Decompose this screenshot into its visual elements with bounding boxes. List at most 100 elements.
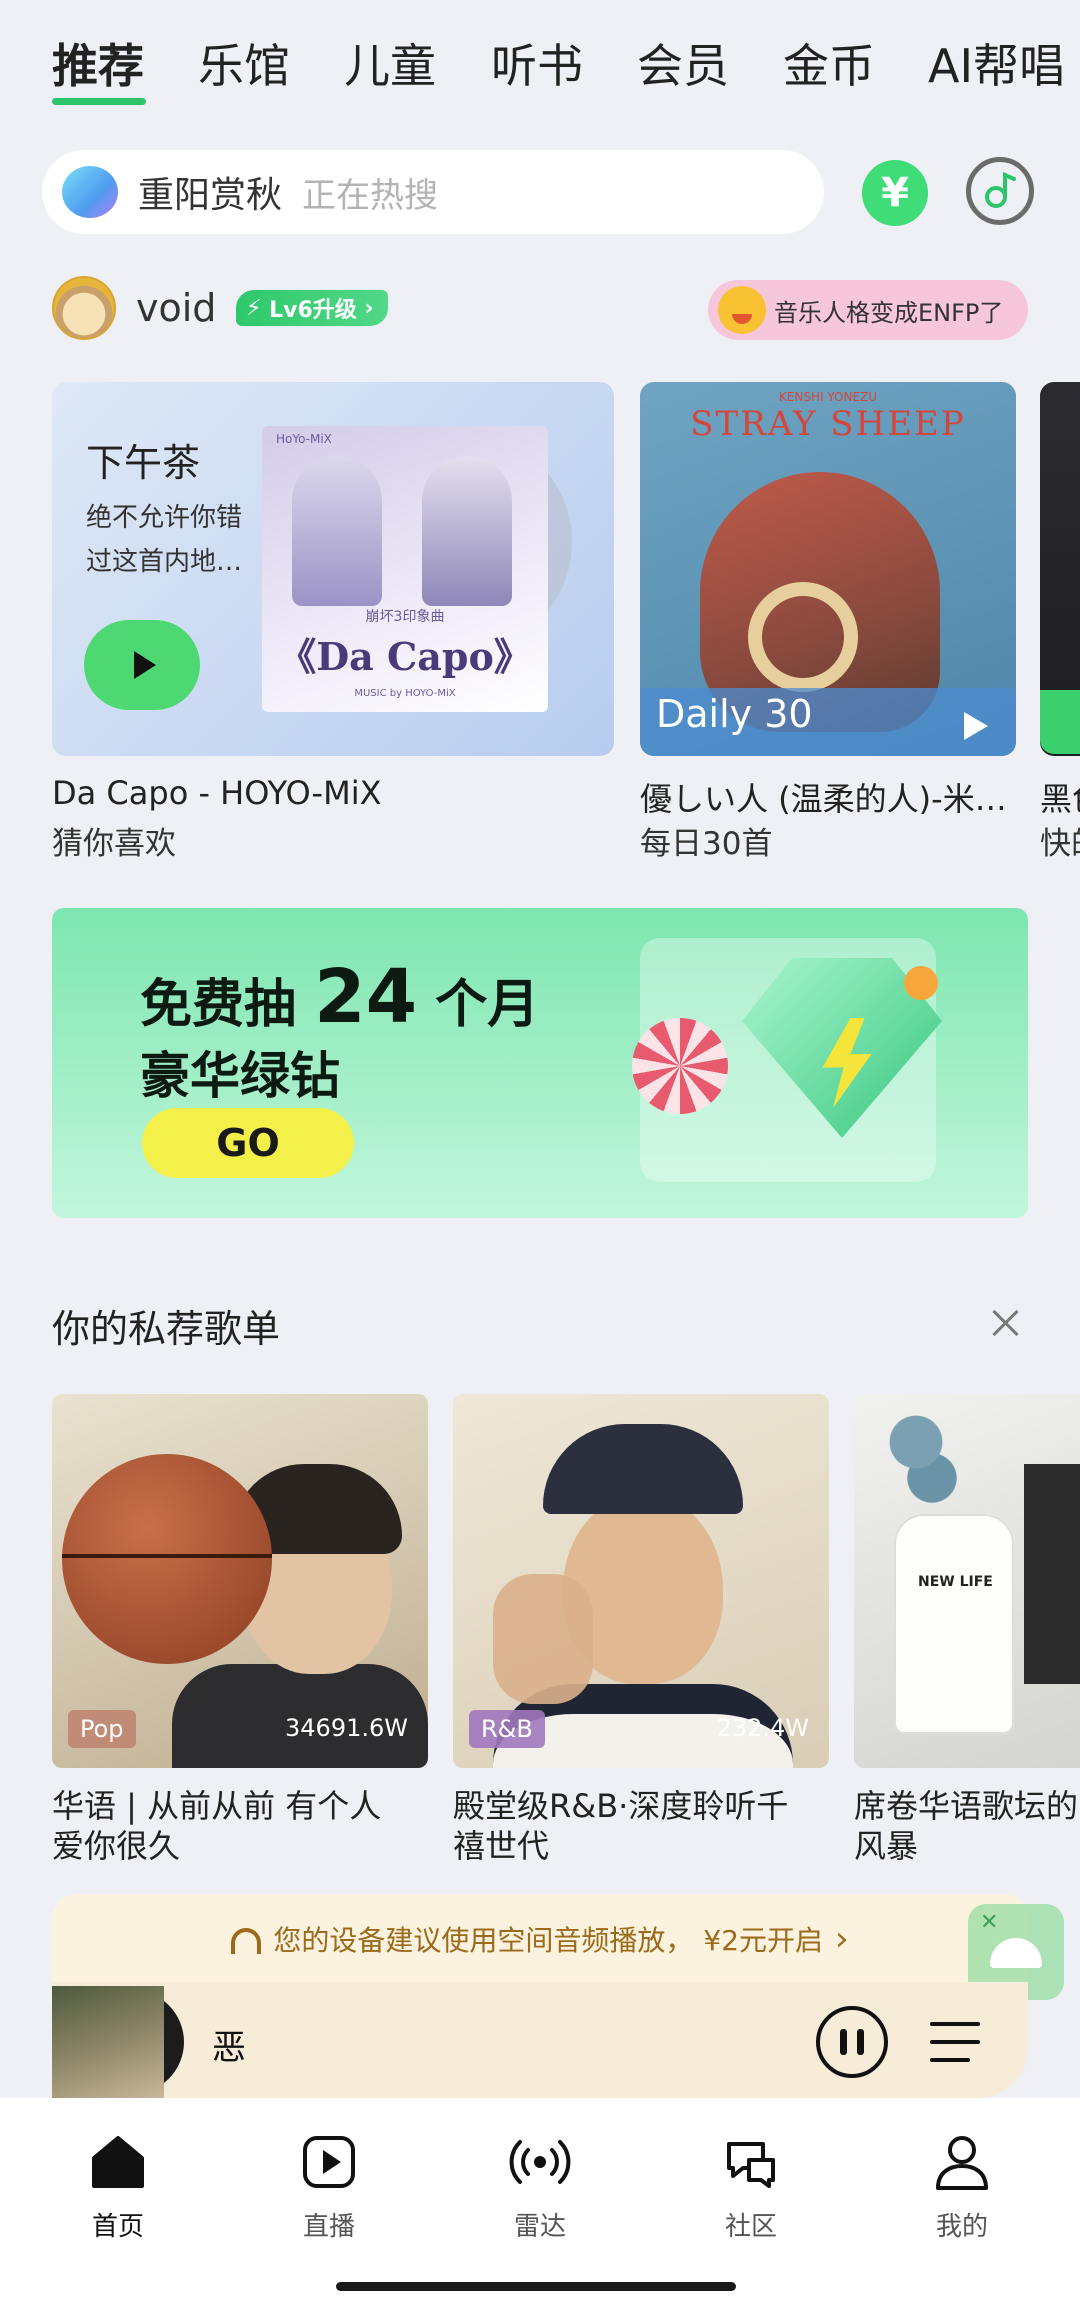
emoji-face-icon: [718, 286, 766, 334]
daily-label: Daily 30: [656, 692, 813, 736]
nav-label: 社区: [724, 2212, 777, 2242]
search-keyword: 重阳赏秋: [138, 175, 283, 216]
nav-live[interactable]: 直播: [259, 2130, 399, 2243]
playlist-title-line: 殿堂级R&B·深度聆听千: [453, 1787, 789, 1825]
player-song-title[interactable]: 恶: [212, 2020, 246, 2069]
level-badge[interactable]: ⚡ Lv6升级 ›: [236, 290, 388, 326]
card-partial[interactable]: [1040, 382, 1080, 756]
tab-kids[interactable]: 儿童: [344, 30, 436, 96]
playlist-title[interactable]: 席卷华语歌坛的 风暴: [854, 1786, 1080, 1866]
card-song-title[interactable]: 優しい人 (温柔的人)-米…: [640, 774, 1020, 820]
tab-vip[interactable]: 会员: [637, 30, 729, 96]
live-play-icon: [303, 2136, 355, 2188]
spatial-audio-price: ¥2元开启: [703, 1924, 824, 1957]
nav-label: 直播: [302, 2212, 355, 2242]
play-icon[interactable]: [964, 712, 988, 740]
close-icon[interactable]: ✕: [980, 1910, 998, 1935]
spatial-audio-notice[interactable]: 您的设备建议使用空间音频播放， ¥2元开启 ›: [52, 1894, 1028, 1984]
cover-credit: MUSIC by HOYO-MiX: [354, 688, 456, 699]
community-chat-icon: [727, 2142, 775, 2188]
play-button[interactable]: [84, 620, 200, 710]
genre-tag: Pop: [68, 1710, 136, 1748]
nav-community[interactable]: 社区: [681, 2130, 821, 2243]
nav-label: 首页: [91, 2212, 144, 2242]
banner-prefix: 免费抽: [140, 975, 297, 1035]
nav-profile[interactable]: 我的: [892, 2130, 1032, 2243]
top-tab-bar: 推荐 乐馆 儿童 听书 会员 金币 AI帮唱: [52, 30, 1080, 110]
search-bar[interactable]: 重阳赏秋 正在热搜: [42, 150, 824, 234]
search-hint: 正在热搜: [302, 175, 439, 216]
bottle-label: NEW LIFE: [918, 1574, 993, 1590]
card-subtitle: 猜你喜欢: [52, 826, 176, 862]
card-daily-30[interactable]: KENSHI YONEZU STRAY SHEEP Daily 30: [640, 382, 1016, 756]
album-cover: HoYo-MiX 崩坏3印象曲 《Da Capo》 MUSIC by HOYO-…: [262, 426, 548, 712]
basketball-art: [62, 1454, 272, 1664]
home-icon: [92, 2136, 144, 2188]
genre-tag: R&B: [469, 1710, 545, 1748]
music-persona-chip[interactable]: 音乐人格变成ENFP了: [708, 280, 1028, 340]
promo-banner[interactable]: 免费抽 24 个月 豪华绿钻 GO: [52, 908, 1028, 1218]
banner-go-button[interactable]: GO: [142, 1108, 354, 1178]
banner-headline: 免费抽 24 个月: [140, 954, 539, 1040]
music-recognition-button[interactable]: [966, 157, 1034, 225]
card-subtitle: 快的: [1040, 826, 1080, 862]
active-tab-indicator: [52, 98, 146, 105]
yen-icon: ¥: [881, 170, 909, 216]
play-count: 34691.6W: [285, 1714, 408, 1742]
pause-icon: [840, 2029, 847, 2055]
music-note-icon: [985, 171, 1016, 208]
radar-icon: [509, 2140, 571, 2184]
tab-coins[interactable]: 金币: [783, 30, 875, 96]
tab-ai-sing[interactable]: AI帮唱: [928, 30, 1065, 96]
playlist-title-line: 爱你很久: [52, 1827, 181, 1865]
level-label: Lv6升级: [269, 298, 357, 323]
android-icon: [990, 1938, 1042, 1968]
cover-art: [493, 1574, 593, 1704]
user-avatar[interactable]: [52, 276, 116, 340]
cover-art: [1024, 1464, 1080, 1684]
coin-button[interactable]: ¥: [862, 160, 928, 226]
profile-icon: [936, 2136, 988, 2190]
nav-label: 我的: [935, 2212, 988, 2242]
pause-button[interactable]: [816, 2006, 888, 2078]
spatial-audio-text: 您的设备建议使用空间音频播放，: [273, 1924, 694, 1957]
orange-ball-icon: [904, 966, 938, 1000]
home-indicator[interactable]: [336, 2282, 736, 2291]
cover-figure-left: [292, 456, 382, 606]
tab-audiobook[interactable]: 听书: [491, 30, 583, 96]
playlist-title[interactable]: 华语 | 从前从前 有个人 爱你很久: [52, 1786, 381, 1866]
card-song-title[interactable]: Da Capo - HOYO-MiX: [52, 774, 612, 812]
username[interactable]: void: [136, 286, 216, 330]
tab-music-hall[interactable]: 乐馆: [198, 30, 290, 96]
cover-caption: 崩坏3印象曲: [365, 609, 445, 625]
playlist-card[interactable]: R&B 232.4W: [453, 1394, 829, 1768]
card-afternoon-tea[interactable]: 下午茶 绝不允许你错过这首内地… HoYo-MiX 崩坏3印象曲 《Da Cap…: [52, 382, 614, 756]
card-song-title[interactable]: 黑色: [1040, 774, 1080, 820]
card-description: 绝不允许你错过这首内地…: [86, 503, 243, 577]
queue-line: [930, 2040, 980, 2044]
tab-recommend[interactable]: 推荐: [52, 30, 144, 96]
playlist-title-line: 席卷华语歌坛的: [854, 1787, 1079, 1825]
playlist-title-line: 风暴: [854, 1827, 919, 1865]
nav-home[interactable]: 首页: [48, 2130, 188, 2243]
banner-number: 24: [314, 954, 418, 1040]
nav-label: 雷达: [513, 2212, 566, 2242]
close-icon[interactable]: [990, 1308, 1020, 1338]
queue-line: [930, 2058, 970, 2062]
cover-brand: HoYo-MiX: [276, 432, 332, 446]
banner-subheadline: 豪华绿钻: [140, 1047, 340, 1105]
cover-art: [894, 1514, 1014, 1734]
player-album-cover[interactable]: [52, 1986, 164, 2098]
playlist-title-line: 禧世代: [453, 1827, 550, 1865]
headphones-icon: [231, 1928, 262, 1954]
banner-suffix: 个月: [435, 975, 540, 1035]
nav-radar[interactable]: 雷达: [470, 2130, 610, 2243]
playlist-title[interactable]: 殿堂级R&B·深度聆听千 禧世代: [453, 1786, 788, 1866]
chevron-right-icon: ›: [835, 1919, 849, 1959]
card-subtitle: 每日30首: [640, 826, 773, 862]
playlist-queue-icon[interactable]: [930, 2020, 984, 2064]
playlist-card[interactable]: NEW LIFE: [854, 1394, 1080, 1768]
cover-artist: KENSHI YONEZU: [778, 390, 878, 404]
playlist-card[interactable]: Pop 34691.6W: [52, 1394, 428, 1768]
basketball-art: [62, 1554, 272, 1558]
